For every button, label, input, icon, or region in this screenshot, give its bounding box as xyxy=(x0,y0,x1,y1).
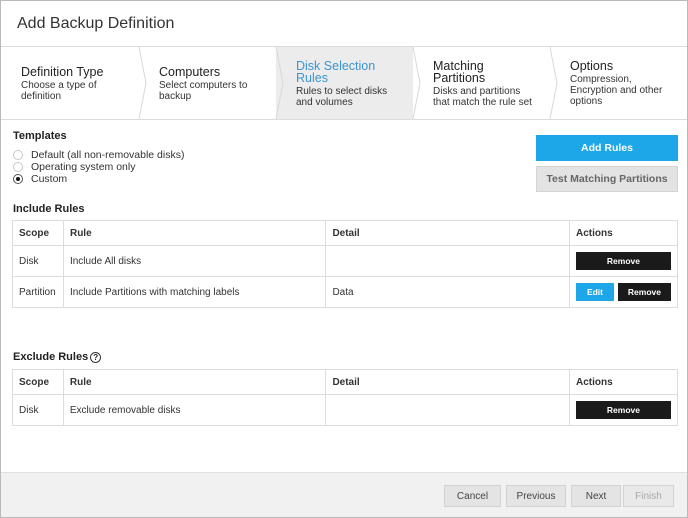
templates-label: Templates xyxy=(13,130,67,142)
column-header-detail: Detail xyxy=(325,220,570,246)
table-header-row: Scope Rule Detail Actions xyxy=(12,220,679,246)
step-desc-line: and volumes xyxy=(296,97,353,108)
step-separator-chevron xyxy=(275,47,284,119)
remove-button[interactable]: Remove xyxy=(575,401,671,419)
step-computers[interactable]: Computers Select computers to backup xyxy=(139,47,276,119)
remove-button[interactable]: Remove xyxy=(617,283,671,301)
template-option-custom[interactable]: Custom xyxy=(13,173,67,185)
step-title: Definition Type xyxy=(21,65,104,79)
step-options[interactable]: Options Compression, Encryption and othe… xyxy=(550,47,687,119)
step-title: Computers xyxy=(159,65,221,79)
dialog-title-bar: Add Backup Definition xyxy=(1,1,687,47)
step-disk-selection-rules[interactable]: Disk Selection Rules Rules to select dis… xyxy=(276,47,413,119)
step-definition-type[interactable]: Definition Type Choose a type of definit… xyxy=(1,47,139,119)
remove-button[interactable]: Remove xyxy=(575,252,671,270)
exclude-rules-table: Scope Rule Detail Actions Disk Exclude r… xyxy=(12,369,679,426)
column-header-actions: Actions xyxy=(568,369,679,395)
step-desc-line: that match the rule set xyxy=(433,97,532,108)
step-desc-line: Rules to select disks xyxy=(296,86,388,97)
cell-actions: Edit Remove xyxy=(568,276,679,308)
add-rules-button[interactable]: Add Rules xyxy=(536,135,678,161)
finish-button[interactable]: Finish xyxy=(623,485,674,507)
column-header-detail: Detail xyxy=(325,369,570,395)
add-backup-definition-dialog: Add Backup Definition Definition Type Ch… xyxy=(0,0,688,518)
next-button[interactable]: Next xyxy=(571,485,621,507)
step-title: Options xyxy=(570,59,614,73)
previous-button[interactable]: Previous xyxy=(506,485,566,507)
table-row: Disk Exclude removable disks Remove xyxy=(12,394,679,426)
cell-scope: Partition xyxy=(12,276,64,308)
table-header-row: Scope Rule Detail Actions xyxy=(12,369,679,395)
step-separator-chevron xyxy=(549,47,558,119)
include-rules-label: Include Rules xyxy=(13,203,85,215)
radio-button[interactable] xyxy=(13,150,23,160)
step-desc-line: Disks and partitions xyxy=(433,86,521,97)
step-desc-line: Encryption and other xyxy=(570,85,663,96)
step-title: Rules xyxy=(296,71,328,85)
table-row: Partition Include Partitions with matchi… xyxy=(12,276,679,308)
step-desc-line: definition xyxy=(21,91,62,102)
include-rules-table: Scope Rule Detail Actions Disk Include A… xyxy=(12,220,679,308)
cell-detail xyxy=(325,394,570,426)
test-matching-partitions-button[interactable]: Test Matching Partitions xyxy=(536,166,678,192)
dialog-title: Add Backup Definition xyxy=(17,15,175,32)
radio-button-selected[interactable] xyxy=(13,174,23,184)
cell-rule: Exclude removable disks xyxy=(62,394,327,426)
column-header-rule: Rule xyxy=(62,369,327,395)
step-title: Partitions xyxy=(433,71,486,85)
cell-detail xyxy=(325,245,570,277)
step-desc-line: Select computers to xyxy=(159,80,248,91)
edit-button[interactable]: Edit xyxy=(575,283,614,301)
radio-label: Default (all non-removable disks) xyxy=(31,149,185,161)
wizard-steps: Definition Type Choose a type of definit… xyxy=(1,47,687,120)
exclude-rules-label: Exclude Rules xyxy=(13,351,89,363)
cell-rule: Include All disks xyxy=(62,245,327,277)
step-desc-line: backup xyxy=(159,91,192,102)
column-header-rule: Rule xyxy=(62,220,327,246)
step-separator-chevron xyxy=(412,47,421,119)
step-desc-line: options xyxy=(570,96,603,107)
table-row: Disk Include All disks Remove xyxy=(12,245,679,277)
radio-button[interactable] xyxy=(13,162,23,172)
cell-scope: Disk xyxy=(12,245,64,277)
exclude-rules-heading: Exclude Rules? xyxy=(13,351,102,363)
column-header-scope: Scope xyxy=(12,220,64,246)
radio-label: Custom xyxy=(31,173,68,185)
cancel-button[interactable]: Cancel xyxy=(444,485,501,507)
help-icon[interactable]: ? xyxy=(90,352,102,363)
cell-actions: Remove xyxy=(568,245,679,277)
step-desc-line: Compression, xyxy=(570,74,632,85)
dialog-footer: Cancel Previous Next Finish xyxy=(1,472,687,517)
template-option-os-only[interactable]: Operating system only xyxy=(13,161,135,173)
cell-scope: Disk xyxy=(12,394,64,426)
radio-label: Operating system only xyxy=(31,161,136,173)
column-header-scope: Scope xyxy=(12,369,64,395)
cell-rule: Include Partitions with matching labels xyxy=(62,276,327,308)
column-header-actions: Actions xyxy=(568,220,679,246)
step-matching-partitions[interactable]: Matching Partitions Disks and partitions… xyxy=(413,47,550,119)
cell-detail: Data xyxy=(325,276,570,308)
step-separator-chevron xyxy=(138,47,147,119)
template-option-default[interactable]: Default (all non-removable disks) xyxy=(13,149,184,161)
step-desc-line: Choose a type of xyxy=(21,80,97,91)
cell-actions: Remove xyxy=(568,394,679,426)
